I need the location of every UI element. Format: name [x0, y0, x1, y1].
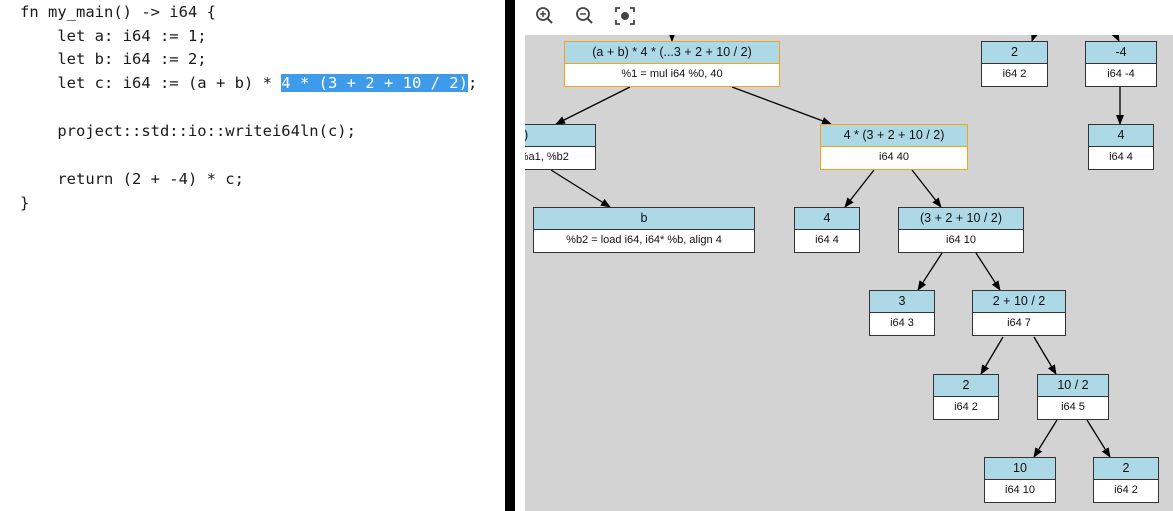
code-text: ;	[467, 74, 478, 92]
node-label: 4	[1089, 125, 1153, 147]
graph-edges	[550, 35, 1124, 458]
node-value: %0 = add i64 %a1, %b2	[525, 151, 569, 163]
graph-node-two[interactable]: 2 i64 2	[1093, 457, 1159, 503]
node-value: i64 2	[1002, 68, 1027, 80]
graph-edge	[550, 169, 611, 208]
code-line-3[interactable]: let b: i64 := 2;	[20, 48, 206, 70]
node-label: 4	[795, 208, 859, 230]
node-value: %b2 = load i64, i64* %b, align 4	[566, 234, 722, 246]
node-label: 2	[934, 375, 998, 397]
graph-node-sum[interactable]: 2 + 10 / 2 i64 7	[972, 290, 1066, 336]
graph-node-div[interactable]: 10 / 2 i64 5	[1037, 374, 1109, 420]
graph-node-a-plus-b[interactable]: (a + b) %0 = add i64 %a1, %b2	[525, 124, 596, 170]
graph-node-paren[interactable]: (3 + 2 + 10 / 2) i64 10	[898, 207, 1024, 253]
graph-node-b[interactable]: b %b2 = load i64, i64* %b, align 4	[533, 207, 755, 253]
node-value: i64 4	[815, 234, 839, 246]
zoom-in-button[interactable]	[532, 4, 558, 28]
graph-node-ten[interactable]: 10 i64 10	[984, 457, 1056, 503]
graph-edge	[1033, 336, 1057, 375]
node-value: i64 -4	[1107, 68, 1135, 80]
graph-edge	[911, 169, 942, 208]
node-label: b	[534, 208, 754, 230]
graph-panel: (a + b) * 4 * (...3 + 2 + 10 / 2) %1 = m…	[515, 0, 1173, 511]
node-label: 2	[1094, 458, 1158, 480]
node-value: i64 2	[1114, 484, 1138, 496]
node-value: i64 2	[954, 401, 978, 413]
graph-canvas[interactable]: (a + b) * 4 * (...3 + 2 + 10 / 2) %1 = m…	[525, 35, 1173, 511]
node-label: 2	[982, 42, 1047, 64]
node-label: -4	[1086, 42, 1156, 64]
code-text: let c: i64 := (a + b) *	[20, 74, 282, 92]
node-value: i64 3	[890, 317, 914, 329]
node-value: i64 4	[1109, 151, 1133, 163]
node-value: %1 = mul i64 %0, 40	[621, 68, 723, 80]
node-label: 10	[985, 458, 1055, 480]
node-label: (3 + 2 + 10 / 2)	[899, 208, 1023, 230]
panel-divider[interactable]	[505, 0, 515, 511]
code-line-2[interactable]: let a: i64 := 1;	[20, 25, 206, 47]
code-line-8[interactable]: return (2 + -4) * c;	[20, 168, 244, 190]
fit-to-screen-icon	[615, 7, 635, 25]
graph-node-root[interactable]: (a + b) * 4 * (...3 + 2 + 10 / 2) %1 = m…	[564, 41, 780, 87]
code-line-4[interactable]: let c: i64 := (a + b) * 4 * (3 + 2 + 10 …	[20, 72, 477, 94]
graph-node-two[interactable]: 2 i64 2	[933, 374, 999, 420]
node-value: i64 5	[1061, 401, 1085, 413]
graph-node-four[interactable]: 4 i64 4	[794, 207, 860, 253]
graph-edge	[980, 336, 1004, 375]
code-line-6[interactable]: project::std::io::writei64ln(c);	[20, 120, 356, 142]
node-label: (a + b) * 4 * (...3 + 2 + 10 / 2)	[565, 42, 779, 64]
zoom-in-icon	[536, 7, 553, 24]
node-label: (a + b)	[525, 125, 595, 147]
graph-node-two[interactable]: 2 i64 2	[981, 41, 1048, 87]
node-value: i64 40	[879, 151, 909, 163]
graph-node-neg-four[interactable]: -4 i64 -4	[1085, 41, 1157, 87]
graph-node-three[interactable]: 3 i64 3	[869, 290, 935, 336]
fit-to-screen-button[interactable]	[612, 4, 638, 28]
node-value: i64 10	[946, 234, 976, 246]
node-label: 10 / 2	[1038, 375, 1108, 397]
graph-edge	[844, 169, 875, 208]
node-label: 2 + 10 / 2	[973, 291, 1065, 313]
node-value: i64 10	[1005, 484, 1035, 496]
node-label: 3	[870, 291, 934, 313]
graph-edge	[555, 86, 631, 125]
graph-edge	[1033, 419, 1058, 458]
zoom-out-button[interactable]	[572, 4, 598, 28]
graph-edge	[975, 252, 1001, 291]
code-line-9[interactable]: }	[20, 192, 29, 214]
node-value: i64 7	[1007, 317, 1031, 329]
graph-node-mul[interactable]: 4 * (3 + 2 + 10 / 2) i64 40	[820, 124, 968, 170]
code-selection[interactable]: 4 * (3 + 2 + 10 / 2)	[281, 74, 468, 92]
graph-edge	[1086, 419, 1111, 458]
node-label: 4 * (3 + 2 + 10 / 2)	[821, 125, 967, 147]
code-editor[interactable]: fn my_main() -> i64 { let a: i64 := 1; l…	[0, 0, 505, 511]
graph-edge	[917, 252, 943, 291]
graph-edge	[731, 86, 832, 125]
zoom-out-icon	[576, 7, 593, 24]
graph-toolbar	[515, 0, 1173, 35]
graph-node-four[interactable]: 4 i64 4	[1088, 124, 1154, 170]
code-line-1[interactable]: fn my_main() -> i64 {	[20, 1, 216, 23]
